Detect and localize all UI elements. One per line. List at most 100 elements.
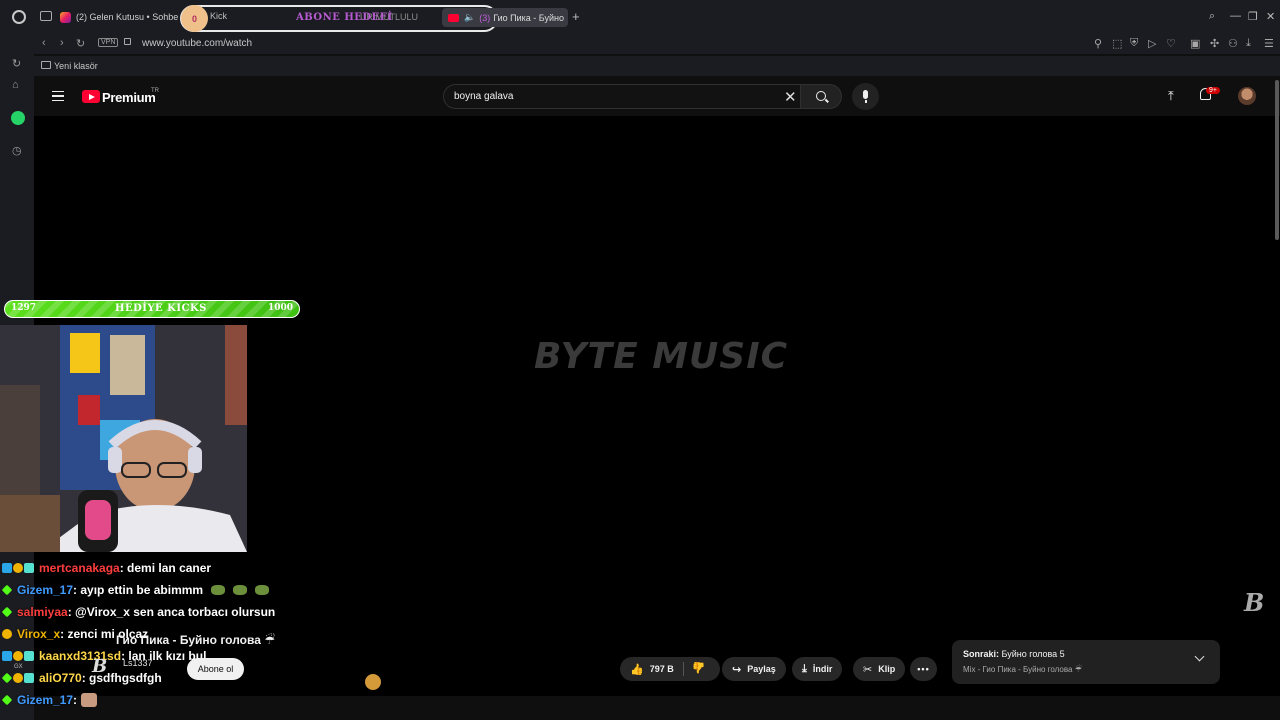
lock-icon[interactable] bbox=[124, 38, 131, 45]
back-icon[interactable]: ‹ bbox=[42, 37, 46, 49]
chevron-down-icon[interactable] bbox=[1194, 651, 1205, 662]
badge-icon bbox=[1, 606, 13, 618]
youtube-logo-icon[interactable] bbox=[82, 90, 100, 103]
avatar[interactable] bbox=[1238, 87, 1256, 105]
chat-text: : bbox=[73, 693, 78, 707]
chat-text: : demi lan caner bbox=[119, 561, 212, 575]
like-divider bbox=[683, 662, 684, 676]
chat-username: Gizem_17 bbox=[17, 693, 74, 707]
clear-search-icon[interactable]: ✕ bbox=[784, 88, 797, 106]
browser-tab-bar: (2) Gelen Kutusu • Sohbe 0 Kick UR MUTLU… bbox=[0, 0, 1280, 34]
kicks-current: 1297 bbox=[11, 303, 37, 313]
channel-avatar[interactable]: B bbox=[92, 656, 107, 677]
search-tabs-icon[interactable]: ⌕ bbox=[1209, 10, 1215, 23]
history-icon[interactable]: ◷ bbox=[12, 144, 24, 157]
chat-text: : @Virox_x sen anca torbacı olursun bbox=[67, 605, 276, 619]
youtube-premium-logo[interactable]: Premium bbox=[102, 90, 156, 105]
player-icon[interactable]: ▷ bbox=[1148, 37, 1156, 50]
search-button[interactable] bbox=[800, 84, 842, 109]
vpn-badge[interactable]: VPN bbox=[98, 38, 119, 47]
restore-icon[interactable]: ❐ bbox=[1248, 10, 1258, 23]
voice-search-icon[interactable] bbox=[852, 83, 879, 110]
bag-icon[interactable]: ⌂ bbox=[12, 79, 24, 91]
minimize-icon[interactable]: — bbox=[1230, 10, 1241, 22]
chat-username: Virox_x bbox=[17, 627, 61, 641]
tab-youtube-active[interactable]: 🔈 (3) Гио Пика - Буйно bbox=[442, 8, 568, 27]
share-button[interactable]: ↪ Paylaş bbox=[722, 657, 786, 681]
chat-message: aliO770 : gsdfhgsdfgh bbox=[1, 668, 162, 688]
emote-icon bbox=[365, 674, 381, 690]
chat-badges bbox=[2, 651, 35, 661]
search-query[interactable]: boyna galava bbox=[454, 91, 514, 102]
tab-overview-icon[interactable] bbox=[40, 11, 52, 21]
speaker-icon[interactable]: 🔈 bbox=[464, 12, 475, 23]
up-next-card[interactable]: Sonraki: Буйно голова 5 Mix - Гио Пика -… bbox=[952, 640, 1220, 684]
clip-button[interactable]: ✂ Klip bbox=[853, 657, 906, 681]
search-icon bbox=[816, 91, 826, 101]
scissors-icon: ✂ bbox=[863, 663, 873, 676]
tab-group-badge[interactable]: 0 bbox=[181, 5, 208, 32]
kicks-goal: 1000 bbox=[267, 303, 293, 313]
chat-message: Gizem_17 : ayıp ettin be abimmm bbox=[1, 580, 270, 600]
gift-kicks-progress: 1297 HEDİYE KICKS 1000 bbox=[4, 300, 300, 318]
bookmark-folder[interactable]: Yeni klasör bbox=[54, 61, 98, 71]
notification-badge: 9+ bbox=[1206, 87, 1220, 94]
translate-icon[interactable]: ▣ bbox=[1190, 37, 1200, 50]
badge-icon bbox=[2, 563, 12, 573]
channel-name[interactable]: Ls1337 bbox=[123, 658, 153, 668]
badge-icon bbox=[1, 694, 13, 706]
dislike-button[interactable]: 👍 bbox=[692, 661, 706, 674]
tab-count: (3) bbox=[479, 12, 491, 23]
more-actions-button[interactable]: ••• bbox=[910, 657, 937, 681]
hamburger-menu-icon[interactable] bbox=[52, 91, 64, 101]
close-window-icon[interactable]: ✕ bbox=[1266, 10, 1275, 23]
download-icon: ⤓ bbox=[802, 662, 807, 675]
chat-message: Gizem_17 : bbox=[1, 690, 98, 710]
chat-badges bbox=[1, 672, 35, 684]
badge-icon bbox=[2, 629, 12, 639]
upload-icon[interactable]: ⤒ bbox=[1168, 88, 1174, 104]
shield-icon[interactable]: ⛨ bbox=[1130, 37, 1138, 50]
badge-icon bbox=[1, 672, 13, 684]
chat-text: : ayıp ettin be abimmm bbox=[73, 583, 204, 597]
emote-icon bbox=[233, 585, 248, 595]
chat-username: Gizem_17 bbox=[17, 583, 74, 597]
account-icon[interactable]: ⚇ bbox=[1228, 37, 1238, 50]
browser-logo-icon[interactable] bbox=[12, 10, 26, 24]
pin-icon[interactable]: ⚲ bbox=[1094, 37, 1102, 50]
url-field[interactable]: www.youtube.com/watch bbox=[142, 38, 252, 49]
chat-username: kaanxd3131sd bbox=[39, 649, 122, 663]
forward-icon[interactable]: › bbox=[60, 37, 64, 49]
video-watermark: BYTE MUSIC bbox=[534, 336, 789, 377]
snapshot-icon[interactable]: ⬚ bbox=[1112, 37, 1122, 50]
extensions-icon[interactable]: ✣ bbox=[1210, 37, 1219, 50]
tab-kick[interactable]: Kick bbox=[210, 11, 227, 21]
download-icon[interactable]: ⤓ bbox=[1246, 37, 1251, 50]
whatsapp-icon[interactable] bbox=[11, 111, 25, 125]
kicks-title: HEDİYE KICKS bbox=[115, 303, 207, 314]
up-next-video: Буйно голова 5 bbox=[1001, 649, 1065, 659]
subscribe-button[interactable]: Abone ol bbox=[187, 658, 244, 680]
page-scrollbar[interactable] bbox=[1275, 80, 1279, 240]
search-input[interactable]: boyna galava ✕ bbox=[443, 84, 801, 109]
tab-label: Гио Пика - Буйно bbox=[493, 12, 564, 23]
emote-icon bbox=[255, 585, 270, 595]
tab-label: (2) Gelen Kutusu • Sohbe bbox=[76, 12, 178, 22]
download-button[interactable]: ⤓ İndir bbox=[792, 657, 843, 681]
clip-label: Klip bbox=[878, 664, 896, 674]
badge-icon bbox=[13, 673, 23, 683]
more-icon: ••• bbox=[917, 664, 930, 674]
chat-badges bbox=[2, 629, 13, 639]
chat-badges bbox=[1, 606, 13, 618]
menu-icon[interactable]: ☰ bbox=[1264, 37, 1274, 50]
badge-icon bbox=[13, 651, 23, 661]
region-label: TR bbox=[151, 88, 159, 94]
heart-icon[interactable]: ♡ bbox=[1166, 37, 1176, 50]
badge-icon bbox=[24, 563, 34, 573]
like-count: 797 B bbox=[649, 664, 674, 674]
refresh-circle-icon[interactable]: ↻ bbox=[12, 57, 24, 70]
reload-icon[interactable]: ↻ bbox=[76, 37, 85, 50]
tab-inbox[interactable]: (2) Gelen Kutusu • Sohbe bbox=[60, 7, 178, 27]
new-tab-icon[interactable]: + bbox=[572, 9, 580, 24]
video-title: Гио Пика - Буйно голова ☔ bbox=[116, 633, 275, 647]
